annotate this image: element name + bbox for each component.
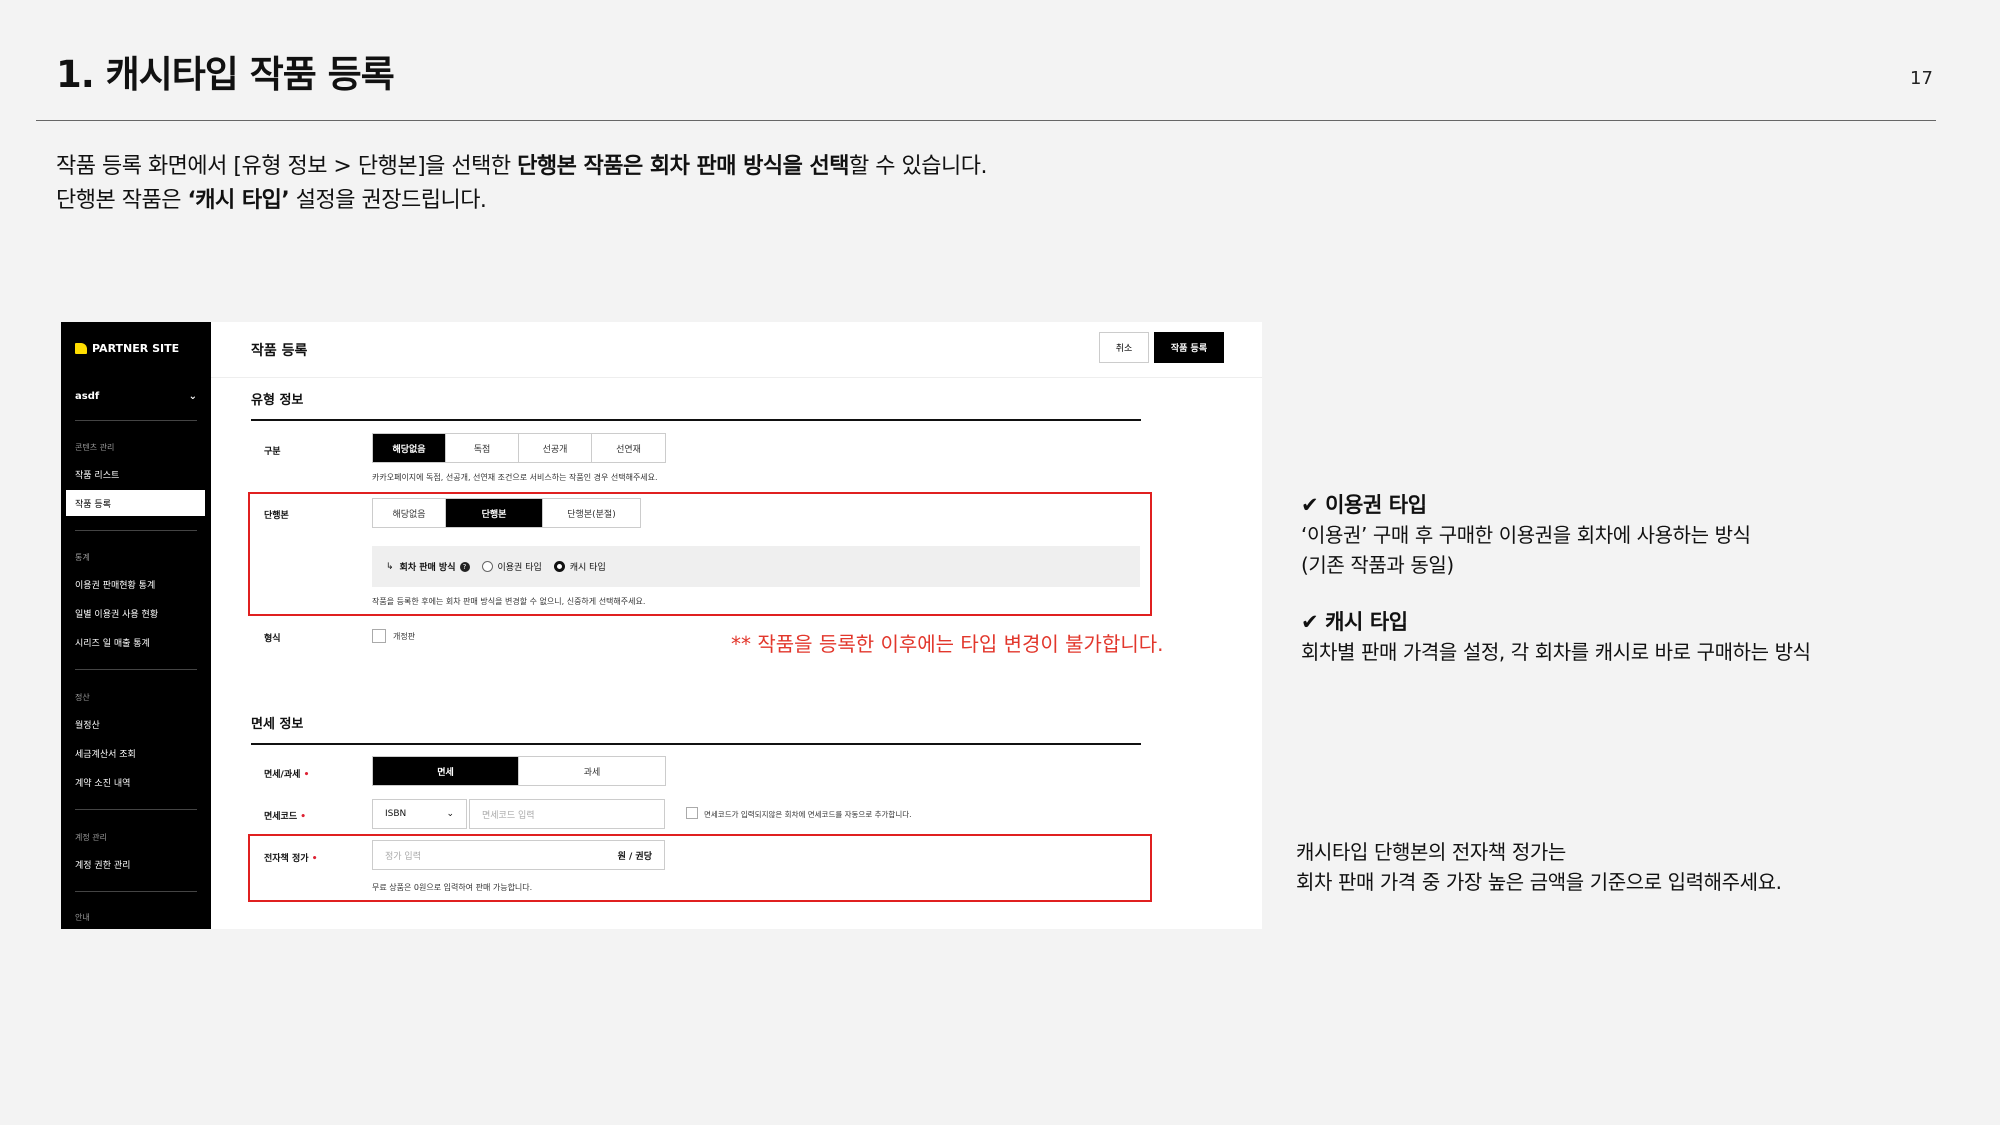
auto-tax-code-label: 면세코드가 입력되지않은 회차에 면세코드를 자동으로 추가합니다. <box>704 810 912 819</box>
format-label: 형식 <box>264 634 281 644</box>
category-option-preopen[interactable]: 선공개 <box>519 434 592 462</box>
submit-button[interactable]: 작품 등록 <box>1154 332 1224 363</box>
divider <box>75 420 197 421</box>
intro-text-part: 할 수 있습니다. <box>849 154 987 179</box>
highlight-box-volume <box>248 492 1152 616</box>
sidebar-item-daily-ticket-usage[interactable]: 일별 이용권 사용 현황 <box>75 607 158 620</box>
account-name: asdf <box>75 391 100 402</box>
note-ticket-desc: ‘이용권’ 구매 후 구매한 이용권을 회차에 사용하는 방식 <box>1301 523 1751 547</box>
account-selector[interactable]: asdf ⌄ <box>75 391 197 402</box>
header-divider <box>211 377 1262 378</box>
intro-bold-part: ‘캐시 타입’ <box>187 188 290 213</box>
note-cash-type: ✔ 캐시 타입 회차별 판매 가격을 설정, 각 회차를 캐시로 바로 구매하는… <box>1301 607 1811 667</box>
intro-text-part: 설정을 권장드립니다. <box>289 188 487 213</box>
sidebar-section-guide: 안내 <box>75 913 90 922</box>
sidebar-item-ticket-sales-stats[interactable]: 이용권 판매현황 통계 <box>75 578 155 591</box>
section-divider <box>251 743 1141 745</box>
section-title-tax: 면세 정보 <box>251 717 304 732</box>
intro-line-1: 작품 등록 화면에서 [유형 정보 > 단행본]을 선택한 단행본 작품은 회차… <box>56 150 987 184</box>
sidebar-item-contract-history[interactable]: 계약 소진 내역 <box>75 776 130 789</box>
highlight-box-price <box>248 834 1152 902</box>
required-mark: • <box>300 812 307 822</box>
sidebar-item-tax-invoice[interactable]: 세금계산서 조회 <box>75 747 136 760</box>
chevron-down-icon: ⌄ <box>188 391 197 402</box>
page-number: 17 <box>1910 68 1933 89</box>
tax-label: 면세/과세 • <box>264 767 309 780</box>
category-option-none[interactable]: 해당없음 <box>373 434 446 462</box>
divider <box>75 530 197 531</box>
sidebar-item-monthly-settle[interactable]: 월정산 <box>75 718 100 731</box>
tax-code-label-text: 면세코드 <box>264 812 298 822</box>
note-ticket-title: ✔ 이용권 타입 <box>1301 493 1427 517</box>
category-option-exclusive[interactable]: 독점 <box>446 434 519 462</box>
sidebar-section-content: 콘텐츠 관리 <box>75 443 115 452</box>
revised-checkbox-label: 개정판 <box>393 632 416 641</box>
tax-code-type-select[interactable]: ISBN ⌄ <box>372 799 467 829</box>
intro-text: 작품 등록 화면에서 [유형 정보 > 단행본]을 선택한 단행본 작품은 회차… <box>56 150 987 218</box>
tax-code-type-value: ISBN <box>385 809 407 819</box>
note-price-line: 캐시타입 단행본의 전자책 정가는 <box>1296 840 1566 864</box>
note-cash-title: ✔ 캐시 타입 <box>1301 610 1408 634</box>
tax-option-exempt[interactable]: 면세 <box>373 757 519 785</box>
slide-title: 1. 캐시타입 작품 등록 <box>56 53 395 96</box>
tax-option-taxable[interactable]: 과세 <box>519 757 665 785</box>
tax-code-input[interactable]: 면세코드 입력 <box>469 799 665 829</box>
note-ticket-type: ✔ 이용권 타입 ‘이용권’ 구매 후 구매한 이용권을 회차에 사용하는 방식… <box>1301 490 1751 580</box>
note-cash-desc: 회차별 판매 가격을 설정, 각 회차를 캐시로 바로 구매하는 방식 <box>1301 640 1811 664</box>
divider <box>75 891 197 892</box>
intro-text-part: 단행본 작품은 <box>56 188 188 213</box>
sidebar-section-stats: 통계 <box>75 553 90 562</box>
sidebar-item-account-auth[interactable]: 계정 권한 관리 <box>75 858 130 871</box>
divider <box>75 669 197 670</box>
page-title: 작품 등록 <box>251 343 308 359</box>
sidebar-item-work-list[interactable]: 작품 리스트 <box>75 468 119 481</box>
cancel-button[interactable]: 취소 <box>1099 332 1149 363</box>
tax-label-text: 면세/과세 <box>264 770 301 780</box>
intro-text-part: 작품 등록 화면에서 [유형 정보 > 단행본]을 선택한 <box>56 154 518 179</box>
sidebar: PARTNER SITE asdf ⌄ 콘텐츠 관리 작품 리스트 작품 등록 … <box>61 322 211 929</box>
sidebar-item-work-register[interactable]: 작품 등록 <box>66 490 205 516</box>
intro-line-2: 단행본 작품은 ‘캐시 타입’ 설정을 권장드립니다. <box>56 184 987 218</box>
divider <box>75 809 197 810</box>
type-warning: ** 작품을 등록한 이후에는 타입 변경이 불가합니다. <box>731 632 1164 656</box>
intro-bold-part: 단행본 작품은 회차 판매 방식을 선택 <box>517 154 850 179</box>
section-divider <box>251 419 1141 421</box>
sidebar-item-series-sales-stats[interactable]: 시리즈 일 매출 통계 <box>75 636 150 649</box>
category-label: 구분 <box>264 447 281 457</box>
category-hint: 카카오페이지에 독점, 선공개, 선연재 조건으로 서비스하는 작품인 경우 선… <box>372 473 658 482</box>
required-mark: • <box>303 770 310 780</box>
screenshot-panel: PARTNER SITE asdf ⌄ 콘텐츠 관리 작품 리스트 작품 등록 … <box>61 322 1262 929</box>
note-price: 캐시타입 단행본의 전자책 정가는 회차 판매 가격 중 가장 높은 금액을 기… <box>1296 837 1782 897</box>
tax-segmented-control: 면세 과세 <box>372 756 666 786</box>
category-option-preserial[interactable]: 선연재 <box>592 434 665 462</box>
auto-tax-code-checkbox[interactable] <box>686 807 698 819</box>
logo[interactable]: PARTNER SITE <box>75 342 179 355</box>
note-ticket-desc: (기존 작품과 동일) <box>1301 553 1454 577</box>
title-divider <box>36 120 1936 121</box>
sidebar-section-account: 계정 관리 <box>75 833 107 842</box>
tax-code-label: 면세코드 • <box>264 809 306 822</box>
logo-icon <box>75 343 87 354</box>
revised-checkbox[interactable] <box>372 629 386 643</box>
note-price-line: 회차 판매 가격 중 가장 높은 금액을 기준으로 입력해주세요. <box>1296 870 1782 894</box>
category-segmented-control: 해당없음 독점 선공개 선연재 <box>372 433 666 463</box>
section-title-type: 유형 정보 <box>251 393 304 408</box>
chevron-down-icon: ⌄ <box>446 809 454 819</box>
sidebar-section-settle: 정산 <box>75 693 90 702</box>
tax-code-placeholder: 면세코드 입력 <box>482 810 535 821</box>
logo-text: PARTNER SITE <box>92 342 180 355</box>
